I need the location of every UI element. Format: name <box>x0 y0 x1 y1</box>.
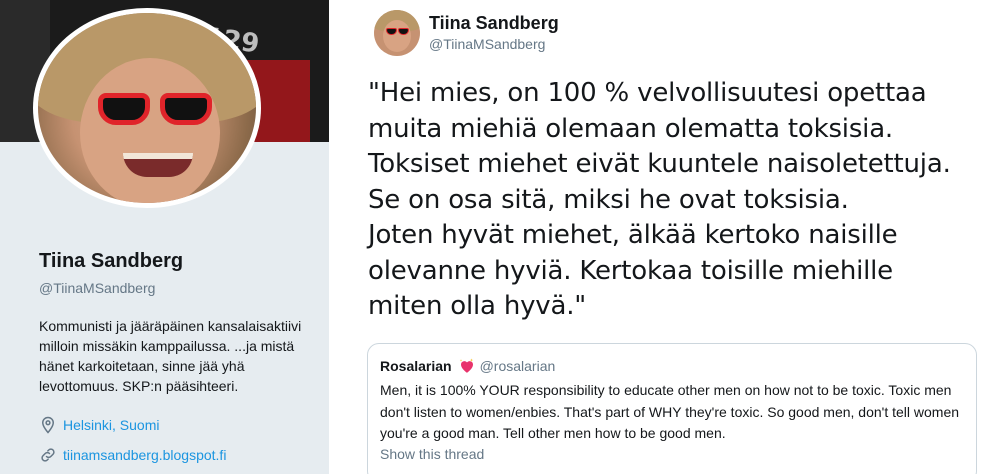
url-link[interactable]: tiinamsandberg.blogspot.fi <box>63 447 226 463</box>
tweet: Tiina Sandberg @TiinaMSandberg "Hei mies… <box>329 0 981 474</box>
tweet-author-handle[interactable]: @TiinaMSandberg <box>429 34 559 54</box>
tweet-author-name[interactable]: Tiina Sandberg <box>429 12 559 34</box>
profile-card: 129 Tiina Sandberg @TiinaMSandberg Kommu… <box>0 0 329 474</box>
quoted-author-handle[interactable]: @rosalarian <box>480 358 556 374</box>
profile-location[interactable]: Helsinki, Suomi <box>39 416 159 434</box>
location-label: Helsinki, Suomi <box>63 417 160 433</box>
profile-name[interactable]: Tiina Sandberg <box>39 250 183 273</box>
tweet-text: "Hei mies, on 100 % velvollisuutesi opet… <box>368 78 951 321</box>
tweet-avatar[interactable] <box>374 10 420 56</box>
location-pin-icon <box>41 416 55 434</box>
profile-avatar[interactable] <box>33 8 261 208</box>
tweet-header: Tiina Sandberg @TiinaMSandberg <box>374 10 559 56</box>
quoted-author-name[interactable]: Rosalarian <box>380 358 452 374</box>
profile-url[interactable]: tiinamsandberg.blogspot.fi <box>39 446 226 464</box>
profile-handle[interactable]: @TiinaMSandberg <box>39 280 155 296</box>
link-icon <box>41 448 55 462</box>
quoted-tweet-text: Men, it is 100% YOUR responsibility to e… <box>380 382 960 441</box>
show-thread-link[interactable]: Show this thread <box>380 446 964 462</box>
quoted-tweet[interactable]: Rosalarian @rosalarian Men, it is 100% Y… <box>367 343 977 474</box>
profile-bio: Kommunisti ja jääräpäinen kansalaisaktii… <box>39 318 302 394</box>
sparkling-heart-icon <box>459 358 473 373</box>
